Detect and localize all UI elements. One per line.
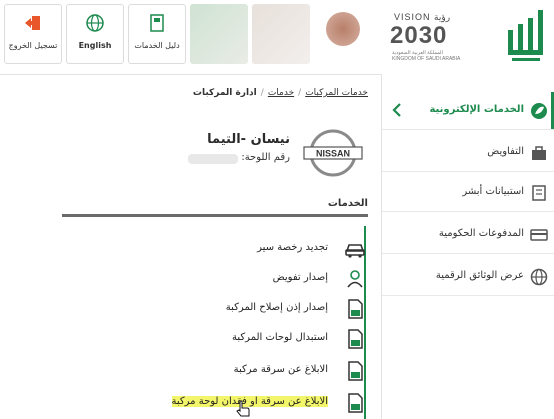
sidebar-item-label: المدفوعات الحكومية (438, 228, 524, 239)
nissan-logo: NISSAN (303, 129, 363, 177)
services-guide-button[interactable]: دليل الخدمات (128, 4, 186, 64)
service-label[interactable]: تجديد رخصة سير (257, 242, 328, 253)
sidebar-item-surveys[interactable]: استبيانات أبشر (382, 174, 554, 212)
main-content: خدمات المركبات/خدمات/ادارة المركبات NISS… (0, 74, 380, 419)
top-bar: تسجيل الخروج English دليل الخدمات VISION… (0, 0, 554, 75)
vision-year: 2030 (390, 22, 448, 49)
divider (62, 214, 368, 217)
card-icon (530, 229, 548, 241)
kingdom-text: المملكة العربية السعودية KINGDOM OF SAUD… (392, 50, 460, 62)
kingdom-en: KINGDOM OF SAUDI ARABIA (392, 56, 461, 62)
sidebar-item-payments[interactable]: المدفوعات الحكومية (382, 216, 554, 254)
vehicle-name: نيسان -التيما (207, 132, 290, 147)
blurred-button[interactable] (190, 4, 248, 64)
service-report-lost-plate[interactable]: الابلاغ عن سرقة او فقدان لوحة مركبة (66, 390, 366, 416)
logout-icon (25, 16, 40, 30)
vision-absher-logo: VISION رؤية 2030 المملكة العربية السعودي… (384, 0, 554, 74)
document-icon (348, 329, 363, 349)
leaf-icon (531, 103, 547, 119)
sidebar-item-label: استبيانات أبشر (462, 186, 524, 197)
document-icon (348, 393, 363, 413)
nissan-logo-text: NISSAN (316, 149, 350, 159)
vehicle-card: NISSAN نيسان -التيما رقم اللوحة: (168, 124, 368, 184)
breadcrumb: خدمات المركبات/خدمات/ادارة المركبات (192, 88, 368, 98)
sidebar-item-label: عرض الوثائق الرقمية (435, 270, 524, 281)
plate-number-redacted (188, 154, 238, 164)
hand-cursor-icon (236, 400, 250, 417)
globe-icon (86, 14, 104, 32)
service-label[interactable]: استبدال لوحات المركبة (232, 332, 328, 343)
service-label[interactable]: الابلاغ عن سرقة مركبة (234, 364, 328, 375)
document-icon (348, 361, 363, 381)
service-replace-plates[interactable]: استبدال لوحات المركبة (66, 326, 366, 352)
services-guide-label: دليل الخدمات (134, 41, 180, 50)
survey-icon (532, 185, 546, 201)
sidebar-item-label: الخدمات الإلكترونية (429, 104, 524, 115)
chevron-left-icon[interactable] (390, 101, 404, 119)
sidebar-item-label: التفاويض (487, 146, 524, 157)
briefcase-icon (532, 146, 546, 160)
services-title: الخدمات (327, 198, 368, 209)
user-avatar-area[interactable] (314, 4, 372, 64)
english-label: English (78, 41, 112, 50)
avatar[interactable] (326, 12, 360, 46)
document-icon (348, 299, 363, 319)
book-icon (150, 14, 164, 32)
service-renew-registration[interactable]: تجديد رخصة سير (66, 236, 366, 262)
sidebar: الخدمات الإلكترونية التفاويض استبيانات أ… (381, 74, 554, 419)
breadcrumb-services[interactable]: خدمات (268, 88, 294, 98)
breadcrumb-current: ادارة المركبات (192, 88, 257, 98)
sidebar-item-e-services[interactable]: الخدمات الإلكترونية (382, 92, 554, 130)
service-label[interactable]: إصدار إذن إصلاح المركبة (226, 302, 328, 313)
service-repair-permit[interactable]: إصدار إذن إصلاح المركبة (66, 296, 366, 322)
english-button[interactable]: English (66, 4, 124, 64)
absher-logo-icon (508, 10, 543, 61)
car-icon (345, 244, 365, 258)
logout-label: تسجيل الخروج (8, 41, 58, 50)
service-report-stolen-vehicle[interactable]: الابلاغ عن سرقة مركبة (66, 358, 366, 384)
breadcrumb-vehicle-services[interactable]: خدمات المركبات (305, 88, 368, 98)
sidebar-item-delegations[interactable]: التفاويض (382, 134, 554, 172)
user-icon (347, 270, 363, 288)
sidebar-item-digital-docs[interactable]: عرض الوثائق الرقمية (382, 258, 554, 296)
service-label[interactable]: إصدار تفويض (273, 272, 328, 283)
service-issue-delegation[interactable]: إصدار تفويض (66, 266, 366, 292)
plate-label: رقم اللوحة: (241, 152, 290, 163)
logout-button[interactable]: تسجيل الخروج (4, 4, 62, 64)
blurred-button[interactable] (252, 4, 310, 64)
globe-icon (530, 268, 548, 286)
